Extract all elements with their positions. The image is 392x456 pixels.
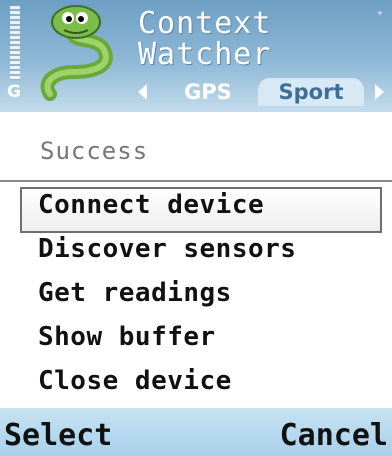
tab-sport[interactable]: Sport bbox=[258, 78, 364, 106]
menu-item-close-device[interactable]: Close device bbox=[38, 366, 232, 396]
status-indicator: ⁺ bbox=[375, 8, 384, 24]
app-title-line-2: Watcher bbox=[138, 37, 272, 72]
tab-right-arrow-icon[interactable] bbox=[375, 84, 384, 100]
tab-left-arrow-icon[interactable] bbox=[138, 84, 147, 100]
signal-strength-icon bbox=[10, 6, 20, 80]
tab-gps[interactable]: GPS bbox=[184, 78, 232, 106]
menu-item-discover-sensors[interactable]: Discover sensors bbox=[38, 234, 296, 264]
network-indicator: G bbox=[7, 82, 21, 102]
select-softkey[interactable]: Select bbox=[4, 418, 112, 453]
app-title: Context Watcher bbox=[138, 8, 271, 70]
status-pane: G Context Watcher ⁺ GPS Sport bbox=[0, 0, 392, 112]
menu-item-get-readings[interactable]: Get readings bbox=[38, 278, 232, 308]
app-title-line-1: Context bbox=[138, 6, 272, 41]
snake-mascot-icon bbox=[40, 5, 113, 101]
cancel-softkey[interactable]: Cancel bbox=[280, 418, 388, 453]
menu-item-connect-device[interactable]: Connect device bbox=[38, 190, 264, 220]
status-message: Success bbox=[40, 137, 149, 165]
menu-item-show-buffer[interactable]: Show buffer bbox=[38, 322, 216, 352]
